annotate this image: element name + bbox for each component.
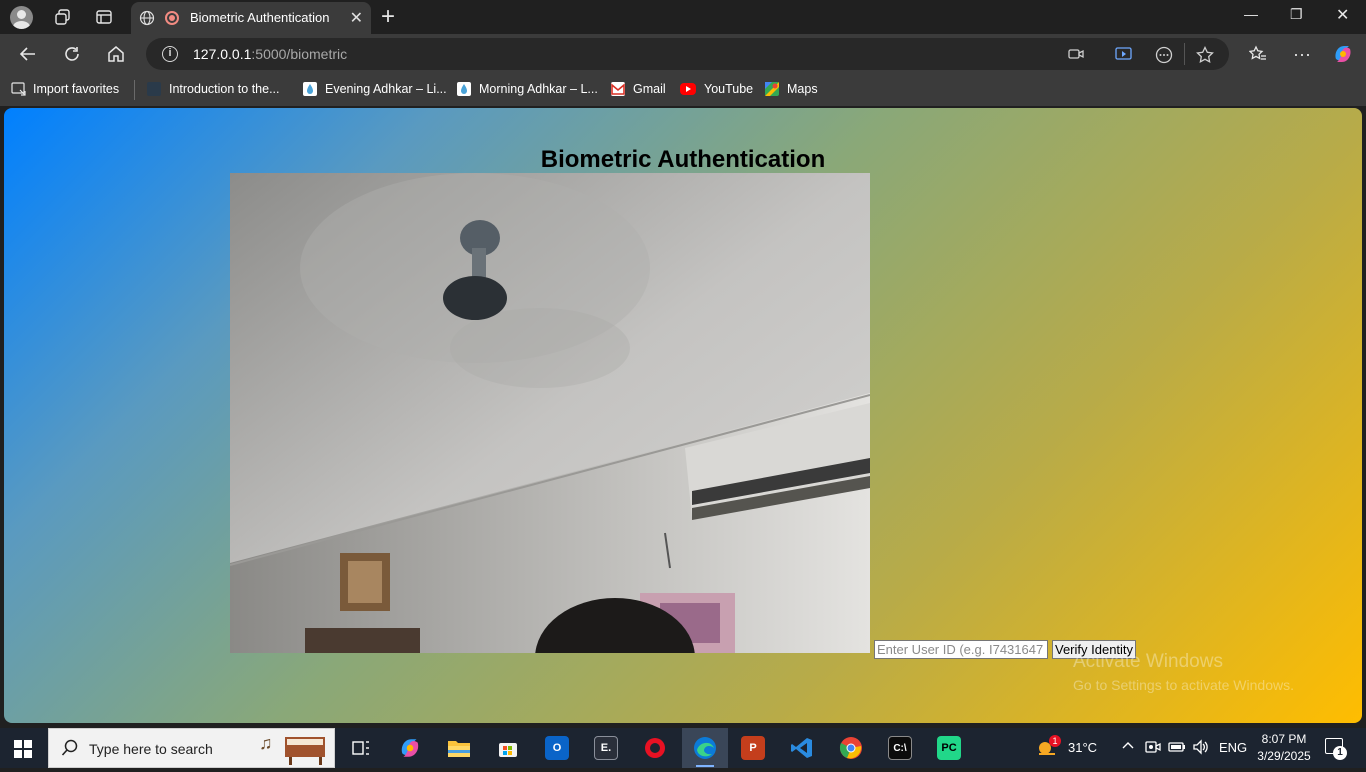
microsoft-store-icon[interactable] (496, 736, 520, 760)
page-icon (147, 82, 161, 96)
address-divider (1184, 43, 1185, 65)
system-clock[interactable]: 8:07 PM 3/29/2025 (1255, 731, 1313, 765)
tab-strip: Biometric Authentication ✕ + — ❐ ✕ (0, 0, 1366, 34)
file-explorer-icon[interactable] (447, 736, 471, 760)
powerpoint-icon[interactable]: P (741, 736, 765, 760)
gmail-icon (611, 82, 625, 96)
bookmark-morning-adhkar[interactable]: Morning Adhkar – L... (457, 82, 598, 96)
command-prompt-icon[interactable]: C:\ (888, 736, 912, 760)
terminal-e-icon[interactable]: E. (594, 736, 618, 760)
minimize-button[interactable]: — (1244, 6, 1258, 22)
drop-icon (457, 82, 471, 96)
vertical-tabs-icon[interactable] (91, 5, 117, 29)
site-info-icon[interactable]: i (162, 46, 178, 62)
pycharm-icon[interactable]: PC (937, 736, 961, 760)
search-icon (61, 739, 79, 762)
bookmark-maps[interactable]: Maps (765, 82, 818, 96)
bookmark-evening-adhkar[interactable]: Evening Adhkar – Li... (303, 82, 447, 96)
weather-badge: 1 (1049, 735, 1061, 747)
browser-toolbar: i 127.0.0.1:5000/biometric ··· (0, 34, 1366, 74)
outlook-icon[interactable]: O (545, 736, 569, 760)
edge-active-indicator (696, 765, 714, 767)
user-id-input[interactable] (874, 640, 1048, 659)
favorite-star-icon[interactable] (1196, 45, 1214, 69)
temperature[interactable]: 31°C (1068, 740, 1097, 755)
copilot-icon[interactable] (1331, 42, 1355, 66)
workspaces-icon[interactable] (50, 5, 76, 29)
webcam-video-feed (230, 173, 870, 653)
globe-icon (139, 10, 155, 31)
clock-time: 8:07 PM (1261, 732, 1307, 746)
chrome-icon[interactable] (839, 736, 863, 760)
copilot-taskbar-icon[interactable] (398, 736, 422, 760)
bookmark-youtube[interactable]: YouTube (680, 82, 753, 96)
new-tab-button[interactable]: + (381, 3, 395, 31)
settings-menu-icon[interactable]: ··· (1290, 42, 1314, 66)
record-app-icon[interactable] (643, 736, 667, 760)
restore-button[interactable]: ❐ (1290, 6, 1303, 23)
close-tab-icon[interactable]: ✕ (350, 8, 363, 28)
home-button[interactable] (104, 42, 128, 66)
import-icon (11, 82, 26, 96)
refresh-button[interactable] (60, 42, 84, 66)
bookmark-gmail[interactable]: Gmail (611, 82, 666, 96)
windows-start-icon[interactable] (14, 740, 32, 758)
activate-windows-watermark: Activate Windows (1073, 651, 1223, 672)
bookmark-divider (134, 80, 135, 100)
address-bar[interactable]: i 127.0.0.1:5000/biometric (146, 38, 1229, 70)
input-language[interactable]: ENG (1219, 740, 1247, 755)
bookmark-introduction[interactable]: Introduction to the... (147, 82, 280, 96)
close-window-button[interactable]: ✕ (1336, 5, 1349, 25)
notification-count: 1 (1333, 746, 1347, 760)
battery-icon[interactable] (1168, 739, 1186, 758)
camera-tray-icon[interactable] (1145, 739, 1161, 758)
favorites-icon[interactable] (1246, 42, 1270, 66)
edge-browser-icon[interactable] (693, 736, 717, 760)
windows-taskbar: Type here to search ♫ O E. P C:\ PC 1 31… (0, 728, 1366, 768)
page-viewport: Biometric Authentication Enter User ID (… (4, 108, 1362, 723)
page-title: Biometric Authentication (540, 146, 826, 173)
camera-in-use-icon[interactable] (1068, 46, 1084, 67)
drop-icon (303, 82, 317, 96)
search-placeholder: Type here to search (89, 741, 213, 757)
back-button[interactable] (16, 42, 40, 66)
task-view-icon[interactable] (349, 736, 373, 760)
youtube-icon (680, 83, 696, 95)
tab-title: Biometric Authentication (190, 10, 330, 25)
recording-indicator-icon (165, 11, 179, 25)
taskbar-search-box[interactable]: Type here to search ♫ (48, 728, 335, 768)
favorites-bar: Import favorites Introduction to the... … (0, 74, 1366, 106)
url-text[interactable]: 127.0.0.1:5000/biometric (193, 46, 347, 62)
vscode-icon[interactable] (790, 736, 814, 760)
more-extensions-icon[interactable] (1155, 46, 1173, 69)
immersive-reader-icon[interactable] (1115, 46, 1133, 67)
volume-icon[interactable] (1192, 739, 1210, 758)
chevron-up-icon[interactable] (1121, 738, 1135, 755)
bookmark-import-favorites[interactable]: Import favorites (11, 82, 119, 96)
active-tab[interactable]: Biometric Authentication ✕ (131, 2, 371, 34)
search-highlight-piano-icon: ♫ (257, 731, 331, 772)
profile-avatar[interactable] (10, 6, 33, 29)
activate-windows-subtext: Go to Settings to activate Windows. (1073, 677, 1294, 693)
clock-date: 3/29/2025 (1257, 749, 1311, 763)
maps-icon (765, 82, 779, 96)
svg-text:♫: ♫ (259, 733, 273, 753)
